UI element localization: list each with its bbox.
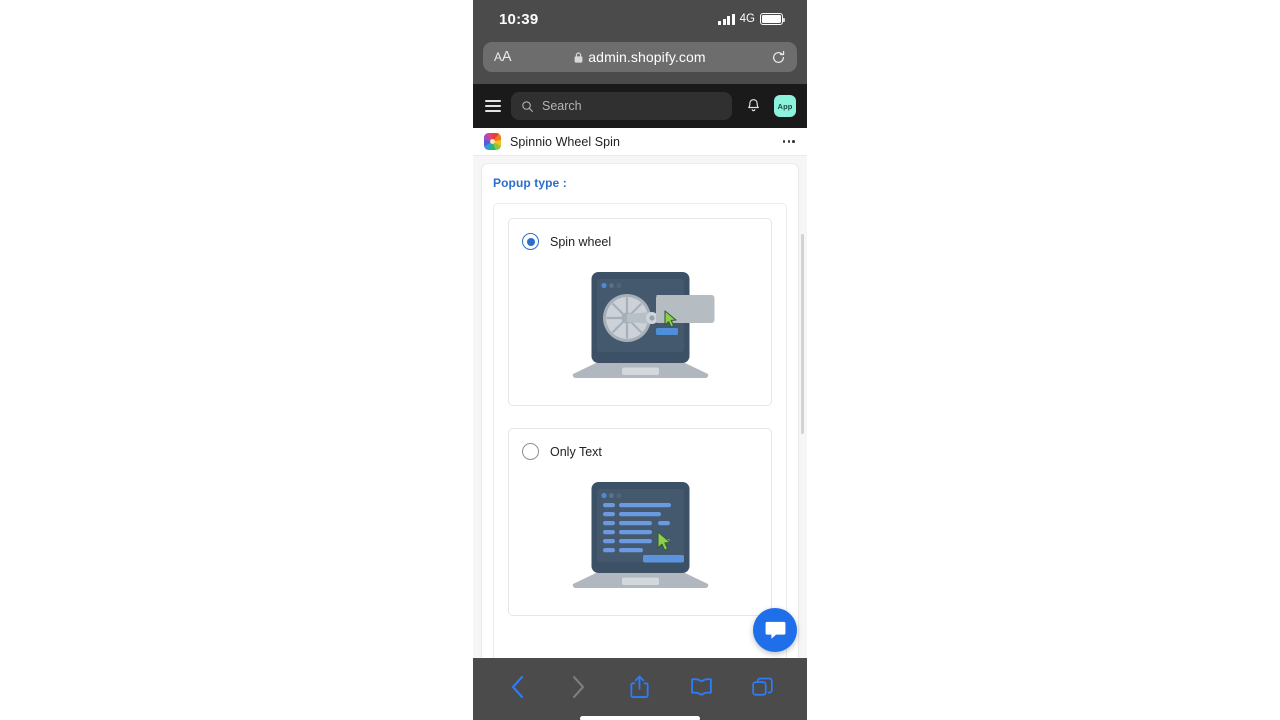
search-input[interactable]: Search (511, 92, 732, 120)
status-bar-time: 10:39 (499, 10, 539, 28)
browser-url-bar[interactable]: AAAA admin.shopify.com (483, 42, 797, 72)
account-app-badge[interactable]: App (774, 95, 796, 117)
page-title: Spinnio Wheel Spin (510, 134, 620, 149)
app-content-scroll-area[interactable]: Popup type : Spin wheel Only Text (473, 156, 807, 658)
option-only-text-label: Only Text (550, 444, 602, 459)
more-horizontal-icon[interactable] (782, 140, 795, 143)
share-icon[interactable] (620, 667, 660, 707)
bell-icon[interactable] (742, 98, 764, 114)
chat-bubble-icon[interactable] (753, 608, 797, 652)
option-spin-wheel-header[interactable]: Spin wheel (522, 233, 758, 250)
radio-only-text[interactable] (522, 443, 539, 460)
option-spin-wheel[interactable]: Spin wheel (508, 218, 772, 406)
book-icon[interactable] (681, 667, 721, 707)
network-type-label: 4G (739, 13, 755, 25)
popup-type-options-group: Spin wheel Only Text (493, 203, 787, 658)
url-display: admin.shopify.com (483, 49, 797, 65)
page-scrollbar[interactable] (801, 234, 804, 434)
option-only-text-header[interactable]: Only Text (522, 443, 758, 460)
option-spin-wheel-label: Spin wheel (550, 234, 612, 249)
ios-status-bar: 10:39 4G (473, 0, 807, 38)
tabs-icon[interactable] (742, 667, 782, 707)
signal-bars-icon (718, 13, 735, 25)
url-text: admin.shopify.com (588, 49, 706, 65)
lock-icon (574, 51, 583, 63)
shopify-admin-topbar: Search App (473, 84, 807, 128)
home-indicator-area (473, 716, 807, 720)
chevron-left-icon[interactable] (498, 667, 538, 707)
embedded-app-header: Spinnio Wheel Spin (473, 128, 807, 156)
laptop-spin-wheel-illustration (522, 260, 758, 390)
chevron-right-icon (559, 667, 599, 707)
hamburger-menu-icon[interactable] (485, 99, 501, 113)
phone-screen: 10:39 4G AAAA admin.shopify.com (473, 0, 807, 720)
battery-full-icon (760, 13, 786, 25)
popup-type-card: Popup type : Spin wheel Only Text (482, 164, 798, 658)
status-bar-indicators: 4G (718, 13, 786, 25)
browser-url-bar-container: AAAA admin.shopify.com (473, 38, 807, 84)
popup-type-label: Popup type : (493, 176, 567, 190)
text-size-button[interactable]: AAAA (494, 50, 512, 65)
search-placeholder-text: Search (542, 99, 582, 113)
laptop-text-popup-illustration (522, 470, 758, 600)
search-icon (522, 100, 533, 112)
reload-icon[interactable] (771, 50, 786, 65)
spinnio-wheel-icon (484, 133, 501, 150)
browser-bottom-toolbar (473, 658, 807, 716)
home-indicator[interactable] (580, 716, 700, 720)
radio-spin-wheel[interactable] (522, 233, 539, 250)
option-only-text[interactable]: Only Text (508, 428, 772, 616)
